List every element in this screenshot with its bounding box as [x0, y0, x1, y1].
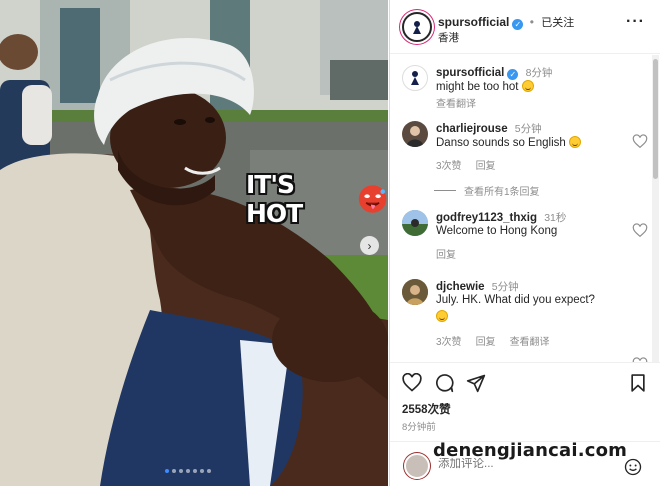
comment-meta: 回复: [436, 246, 456, 261]
post-header: spursofficial ✓ • 已关注 香港 ···: [390, 0, 660, 54]
caption-avatar[interactable]: [402, 65, 428, 91]
account-avatar[interactable]: [402, 12, 432, 42]
comment-avatar[interactable]: [402, 121, 428, 147]
user-photo: [406, 126, 424, 147]
sweat-smile-emoji-icon: [521, 80, 534, 92]
carousel-dot: [172, 469, 176, 473]
see-translation-link[interactable]: 查看翻译: [436, 95, 476, 110]
watermark-text: denengjiancai.com: [433, 440, 628, 461]
comment-likes[interactable]: 3次赞: [436, 333, 462, 348]
post-location[interactable]: 香港: [438, 30, 459, 45]
carousel-dot: [165, 469, 169, 473]
post-media[interactable]: IT'S HOT ›: [0, 0, 388, 486]
view-replies-label: 查看所有1条回复: [464, 187, 540, 198]
heart-icon[interactable]: [632, 223, 648, 239]
comment-username[interactable]: djchewie: [436, 281, 485, 293]
media-photo: [0, 0, 388, 486]
carousel-indicator: [165, 469, 211, 473]
carousel-dot: [179, 469, 183, 473]
heart-icon[interactable]: [402, 373, 422, 393]
caption-meta: 查看翻译: [436, 95, 476, 110]
carousel-dot: [186, 469, 190, 473]
comment-likes[interactable]: 3次赞: [436, 157, 462, 172]
media-caption-overlay: IT'S HOT: [246, 170, 388, 228]
carousel-dot: [200, 469, 204, 473]
comment-username[interactable]: godfrey1123_thxig: [436, 212, 537, 224]
current-user-avatar: [404, 453, 430, 479]
caption-text-row: might be too hot: [436, 80, 534, 93]
header-username-row: spursofficial ✓ • 已关注: [438, 14, 574, 30]
see-translation-link[interactable]: 查看翻译: [510, 333, 550, 348]
verified-icon: ✓: [507, 69, 519, 80]
chevron-right-icon: ›: [367, 238, 372, 253]
spurs-logo-icon: [413, 21, 421, 34]
header-username[interactable]: spursofficial: [438, 15, 509, 29]
comment-item: godfrey1123_thxig 31秒 Welcome to Hong Ko…: [390, 210, 652, 261]
spurs-logo-icon: [411, 71, 419, 85]
sweat-smile-emoji-icon: [436, 310, 448, 322]
post-actions: 2558次赞 8分钟前: [390, 362, 660, 486]
separator-dot: •: [529, 15, 534, 29]
comment-text: July. HK. What did you expect?: [436, 294, 595, 306]
comment-username-row: charliejrouse 5分钟: [436, 121, 542, 136]
caption-username-row: spursofficial ✓ 8分钟: [436, 65, 552, 80]
comment-item: djchewie 5分钟 July. HK. What did you expe…: [390, 279, 652, 362]
view-replies-button[interactable]: 查看所有1条回复: [434, 183, 540, 198]
caption-comment: spursofficial ✓ 8分钟 might be too hot 查看翻译: [390, 65, 652, 115]
post-side-panel: spursofficial ✓ • 已关注 香港 ··· spursofficia…: [389, 0, 660, 486]
reply-link[interactable]: 回复: [476, 157, 496, 172]
caption-time: 8分钟: [525, 67, 553, 79]
heart-icon[interactable]: [632, 134, 648, 150]
comment-avatar[interactable]: [402, 279, 428, 305]
comment-meta: 3次赞 回复: [436, 157, 496, 172]
user-photo: [402, 279, 428, 305]
sweat-smile-emoji-icon: [568, 136, 581, 148]
likes-count[interactable]: 2558次赞: [402, 401, 451, 417]
comment-time: 31秒: [544, 212, 567, 224]
verified-icon: ✓: [512, 19, 524, 30]
reply-link[interactable]: 回复: [476, 333, 496, 348]
share-icon[interactable]: [466, 373, 486, 393]
scrollbar-thumb[interactable]: [653, 59, 658, 179]
comment-username[interactable]: charliejrouse: [436, 123, 508, 135]
caption-username[interactable]: spursofficial: [436, 67, 504, 79]
comment-text-row: Danso sounds so English: [436, 136, 581, 149]
more-icon[interactable]: ···: [626, 13, 645, 31]
comment-avatar[interactable]: [402, 210, 428, 236]
comment-username-row: djchewie 5分钟: [436, 279, 519, 294]
reply-divider: [434, 190, 456, 191]
comment-username-row: godfrey1123_thxig 31秒: [436, 210, 566, 225]
carousel-dot: [193, 469, 197, 473]
comment-item: charliejrouse 5分钟 Danso sounds so Englis…: [390, 121, 652, 201]
media-caption-text: IT'S HOT: [246, 170, 303, 228]
comment-text: Welcome to Hong Kong: [436, 225, 558, 237]
user-photo: [402, 210, 428, 236]
comment-time: 5分钟: [491, 281, 519, 293]
posted-time: 8分钟前: [402, 422, 436, 433]
comments-scrollbar[interactable]: [652, 55, 659, 362]
carousel-next-button[interactable]: ›: [360, 236, 379, 255]
comment-text: Danso sounds so English: [436, 137, 566, 149]
carousel-dot: [207, 469, 211, 473]
comment-meta: 3次赞 回复 查看翻译: [436, 333, 550, 348]
reply-link[interactable]: 回复: [436, 246, 456, 261]
comment-time: 5分钟: [514, 123, 542, 135]
comment-emoji-row: [436, 310, 448, 323]
comments-list: spursofficial ✓ 8分钟 might be too hot 查看翻译…: [390, 55, 652, 362]
bookmark-icon[interactable]: [628, 373, 648, 393]
comment-icon[interactable]: [434, 373, 454, 393]
follow-status-button[interactable]: 已关注: [541, 17, 574, 29]
hot-face-emoji-icon: [358, 185, 387, 213]
caption-text: might be too hot: [436, 81, 519, 93]
